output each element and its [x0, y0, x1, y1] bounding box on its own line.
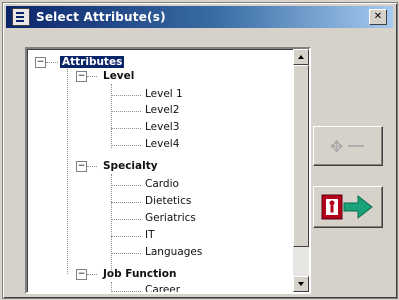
tree-connector: [87, 76, 97, 77]
level-collapse-icon[interactable]: −: [76, 71, 87, 82]
tree-node-geriatrics[interactable]: Geriatrics: [145, 211, 196, 226]
attribute-tree: − Attributes − Level Level 1 Level2 Leve…: [27, 49, 291, 292]
tree-connector: [111, 174, 112, 270]
tree-connector: [111, 253, 141, 254]
tree-connector: [67, 69, 68, 274]
tree-node-job-function[interactable]: Job Function: [103, 267, 176, 282]
tree-connector: [111, 111, 141, 112]
tree-connector: [111, 202, 141, 203]
attribute-tree-panel: − Attributes − Level Level 1 Level2 Leve…: [25, 47, 311, 294]
root-collapse-icon[interactable]: −: [35, 57, 46, 68]
tree-connector: [111, 185, 141, 186]
tree-node-level-2[interactable]: Level2: [145, 103, 179, 118]
tree-node-specialty[interactable]: Specialty: [103, 159, 158, 174]
window-title: Select Attribute(s): [36, 10, 166, 24]
tree-scrollbar[interactable]: [293, 49, 309, 292]
scroll-up-button[interactable]: [293, 49, 309, 65]
title-bar[interactable]: Select Attribute(s) ✕: [6, 6, 393, 28]
tree-node-it[interactable]: IT: [145, 228, 155, 243]
tree-connector: [87, 166, 97, 167]
add-arrow-icon: ✥: [330, 137, 344, 156]
scroll-down-button[interactable]: [293, 276, 309, 292]
dialog-icon: [12, 8, 30, 26]
tree-node-level-3[interactable]: Level3: [145, 120, 179, 135]
tree-connector: [111, 236, 141, 237]
tree-connector: [111, 291, 141, 292]
arrow-down-icon: [298, 282, 304, 286]
tree-connector: [111, 95, 141, 96]
tree-node-label: Attributes: [60, 56, 125, 68]
disabled-bar-icon: [348, 145, 364, 147]
tree-node-dietetics[interactable]: Dietetics: [145, 194, 191, 209]
tree-node-root[interactable]: Attributes: [60, 55, 125, 70]
tree-node-cardio[interactable]: Cardio: [145, 177, 179, 192]
job-function-collapse-icon[interactable]: −: [76, 269, 87, 280]
tree-node-level[interactable]: Level: [103, 69, 134, 84]
add-attribute-button[interactable]: ✥: [313, 126, 383, 166]
tree-connector: [111, 219, 141, 220]
tree-node-career[interactable]: Career: [145, 283, 180, 292]
scroll-thumb[interactable]: [293, 65, 309, 247]
specialty-collapse-icon[interactable]: −: [76, 161, 87, 172]
tree-connector: [87, 274, 97, 275]
tree-connector: [111, 84, 112, 148]
tree-connector: [111, 145, 141, 146]
close-button[interactable]: ✕: [369, 9, 387, 25]
arrow-up-icon: [298, 55, 304, 59]
exit-apply-button[interactable]: [313, 186, 383, 228]
exit-go-icon: [321, 194, 373, 220]
tree-connector: [111, 128, 141, 129]
tree-node-level-4[interactable]: Level4: [145, 137, 179, 152]
tree-node-languages[interactable]: Languages: [145, 245, 202, 260]
tree-connector: [46, 62, 58, 63]
tree-node-level-1[interactable]: Level 1: [145, 87, 183, 102]
